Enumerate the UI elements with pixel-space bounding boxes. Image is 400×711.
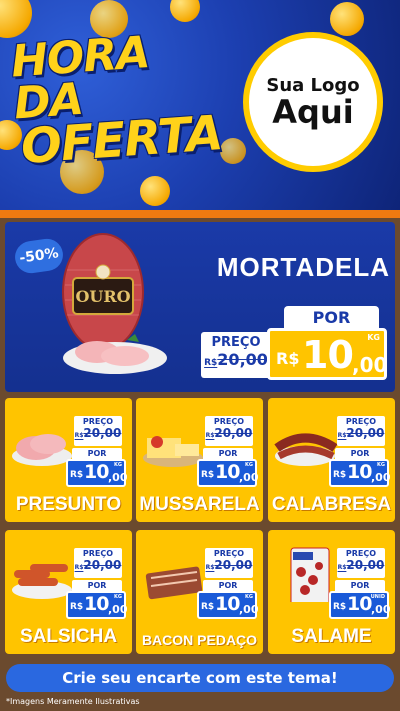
por-label: POR: [72, 448, 122, 459]
product-name: BACON PEDAÇO: [141, 632, 258, 648]
old-price: R$20,00: [337, 426, 385, 440]
old-price: R$20,00: [201, 350, 271, 369]
coin-decoration: [0, 0, 32, 38]
old-price-tag: PREÇO R$20,00: [205, 416, 253, 446]
old-price-tag: PREÇO R$20,00: [74, 416, 122, 446]
old-price-tag: PREÇO R$20,00: [201, 332, 271, 378]
price-unit: KG: [114, 462, 122, 468]
product-card-presunto: PREÇO R$20,00 POR R$ 10,00 KG PRESUNTO: [5, 398, 132, 522]
preco-label: PREÇO: [213, 549, 245, 558]
old-price: R$20,00: [205, 558, 253, 572]
coin-decoration: [330, 2, 364, 36]
old-price-value: 20,00: [346, 426, 385, 440]
mortadela-image: OURO: [62, 233, 167, 374]
old-price-currency: R$: [204, 358, 218, 368]
price-integer: 10: [302, 333, 354, 377]
product-card-salsicha: PREÇO R$20,00 POR R$ 10,00 KG SALSICHA: [5, 530, 132, 654]
product-name: SALAME: [291, 626, 372, 647]
old-price-value: 20,00: [217, 350, 268, 369]
price-unit: KG: [114, 594, 122, 600]
product-card-bacon: PREÇO R$20,00 POR R$ 10,00 KG BACON PEDAÇO: [136, 530, 263, 654]
logo-placeholder: Sua Logo Aqui: [243, 32, 383, 172]
preco-label: PREÇO: [345, 417, 377, 426]
price-currency: R$: [70, 470, 84, 480]
price-decimal: ,00: [108, 603, 128, 616]
preco-label: PREÇO: [213, 417, 245, 426]
por-label: POR: [72, 580, 122, 591]
por-label: POR: [335, 448, 385, 459]
old-price: R$20,00: [74, 558, 122, 572]
headline-line-2: OFERTA: [19, 104, 224, 175]
price-currency: R$: [333, 470, 347, 480]
price-currency: R$: [201, 470, 215, 480]
product-card-mussarela: PREÇO R$20,00 POR R$ 10,00 KG MUSSARELA: [136, 398, 263, 522]
logo-text-line-2: Aqui: [272, 92, 354, 131]
price-integer: 10: [84, 461, 109, 483]
old-price-tag: PREÇO R$20,00: [205, 548, 253, 578]
current-price-tag: R$ 10,00 KG: [197, 591, 259, 619]
por-label: POR: [284, 306, 379, 330]
product-card-salame: PREÇO R$20,00 POR R$ 10,00 UNID SALAME: [268, 530, 395, 654]
price-currency: R$: [201, 602, 215, 612]
header-divider: [0, 210, 400, 218]
headline: HORA DA OFERTA: [9, 27, 233, 175]
por-label: POR: [203, 580, 253, 591]
por-label: POR: [335, 580, 385, 591]
header-banner: HORA DA OFERTA Sua Logo Aqui: [0, 0, 400, 212]
current-price-tag: R$ 10,00 KG: [329, 459, 391, 487]
old-price-tag: PREÇO R$20,00: [74, 548, 122, 578]
preco-label: PREÇO: [345, 549, 377, 558]
current-price-tag: R$ 10,00 KG: [66, 591, 128, 619]
current-price-tag: R$ 10,00 KG: [66, 459, 128, 487]
price-decimal: ,00: [371, 471, 391, 484]
preco-label: PREÇO: [82, 417, 114, 426]
current-price-tag: R$ 10,00 UNID: [329, 591, 391, 619]
price-decimal: ,00: [352, 353, 388, 377]
old-price-value: 20,00: [83, 558, 122, 572]
price-integer: 10: [84, 593, 109, 615]
price-integer: 10: [215, 461, 240, 483]
old-price: R$20,00: [205, 426, 253, 440]
old-price-tag: PREÇO R$20,00: [337, 548, 385, 578]
brand-text: OURO: [75, 287, 130, 306]
price-unit: KG: [377, 462, 385, 468]
old-price-value: 20,00: [214, 558, 253, 572]
product-name: PRESUNTO: [15, 494, 122, 515]
product-card-calabresa: PREÇO R$20,00 POR R$ 10,00 KG CALABRESA: [268, 398, 395, 522]
price-unit: KG: [367, 333, 380, 342]
featured-product-name: MORTADELA: [216, 252, 390, 282]
price-unit: KG: [245, 594, 253, 600]
price-unit: UNID: [370, 594, 385, 600]
price-decimal: ,00: [239, 471, 259, 484]
price-decimal: ,00: [239, 603, 259, 616]
current-price-tag: R$ 10 ,00 KG: [267, 328, 387, 380]
cta-button[interactable]: Crie seu encarte com este tema!: [6, 664, 394, 692]
old-price-value: 20,00: [214, 426, 253, 440]
price-currency: R$: [70, 602, 84, 612]
old-price-value: 20,00: [346, 558, 385, 572]
old-price-tag: PREÇO R$20,00: [337, 416, 385, 446]
price-currency: R$: [276, 349, 300, 368]
product-name: SALSICHA: [19, 626, 118, 647]
preco-label: PREÇO: [211, 335, 261, 350]
price-unit: KG: [245, 462, 253, 468]
price-decimal: ,00: [371, 603, 391, 616]
product-name: CALABRESA: [271, 494, 392, 515]
price-currency: R$: [333, 602, 347, 612]
price-decimal: ,00: [108, 471, 128, 484]
price-integer: 10: [347, 593, 372, 615]
featured-product-card: -50% OURO MORTADELA PREÇO R$20,00 POR R$…: [5, 222, 395, 392]
product-name: MUSSARELA: [139, 494, 260, 515]
old-price: R$20,00: [337, 558, 385, 572]
preco-label: PREÇO: [82, 549, 114, 558]
disclaimer: *Imagens Meramente Ilustrativas: [6, 697, 140, 706]
old-price: R$20,00: [74, 426, 122, 440]
por-label: POR: [203, 448, 253, 459]
coin-decoration: [140, 176, 170, 206]
current-price-tag: R$ 10,00 KG: [197, 459, 259, 487]
price-integer: 10: [347, 461, 372, 483]
price-integer: 10: [215, 593, 240, 615]
old-price-value: 20,00: [83, 426, 122, 440]
coin-decoration: [170, 0, 200, 22]
